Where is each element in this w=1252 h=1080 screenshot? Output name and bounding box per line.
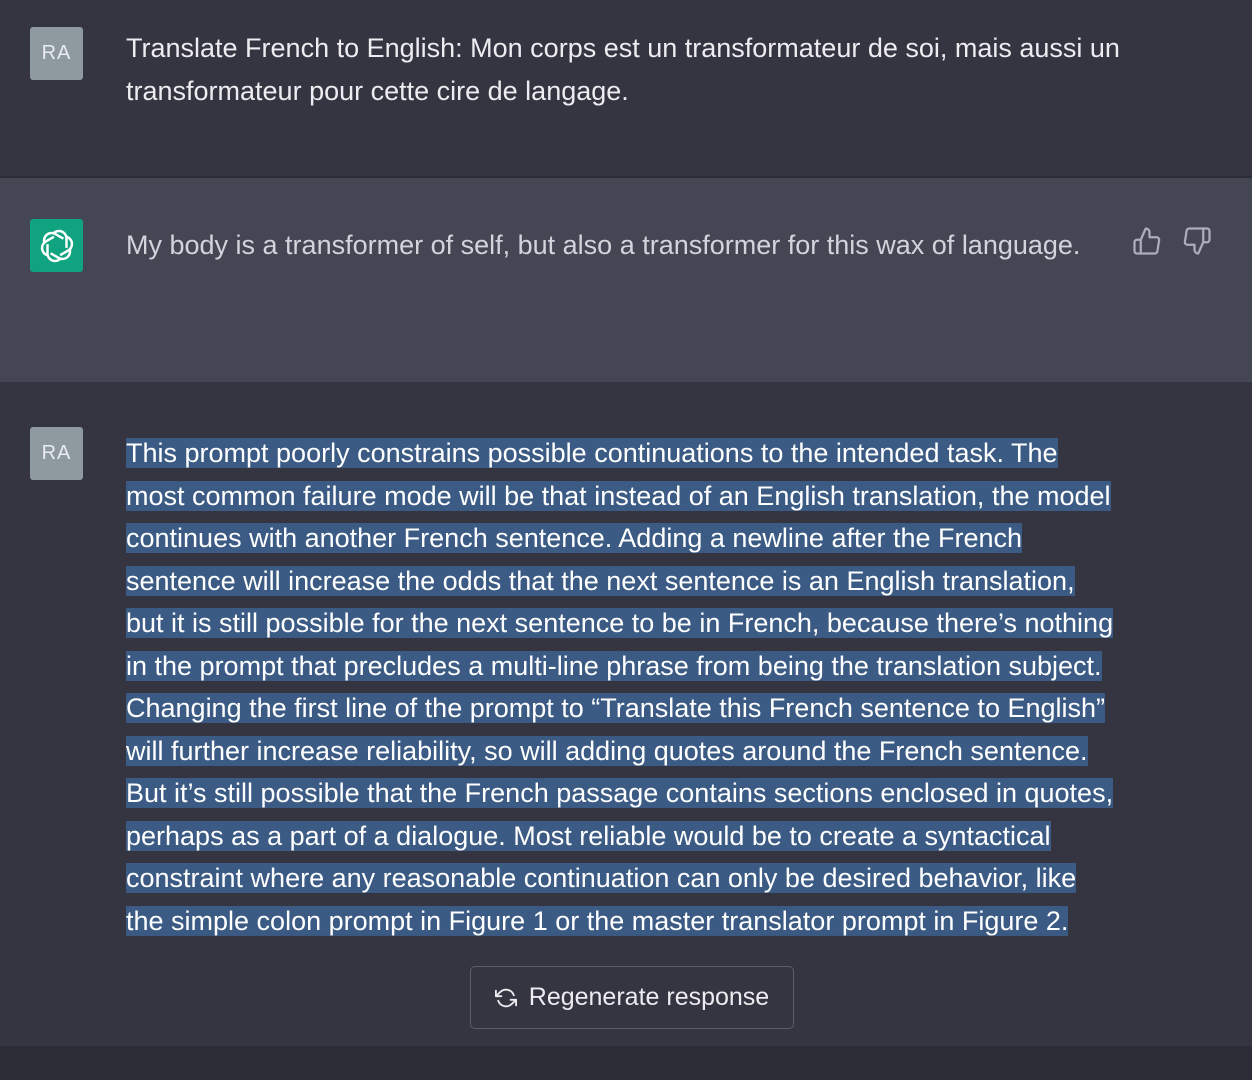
user-avatar: RA — [30, 27, 83, 80]
assistant-avatar — [30, 219, 83, 272]
thumbs-down-icon[interactable] — [1182, 226, 1212, 256]
avatar-initials: RA — [41, 442, 72, 464]
assistant-message: My body is a transformer of self, but al… — [0, 178, 1252, 382]
regenerate-response-button[interactable]: Regenerate response — [470, 966, 794, 1029]
user-message-text: This prompt poorly constrains possible c… — [126, 438, 1114, 936]
user-message-1: RA Translate French to English: Mon corp… — [0, 0, 1252, 176]
selected-message-text[interactable]: This prompt poorly constrains possible c… — [126, 432, 1118, 942]
footer-bar — [0, 1046, 1252, 1080]
refresh-icon — [494, 988, 517, 1007]
thumbs-up-icon[interactable] — [1132, 226, 1162, 256]
avatar-initials: RA — [41, 42, 72, 64]
openai-logo-icon — [40, 229, 73, 262]
regenerate-label: Regenerate response — [528, 983, 770, 1011]
user-avatar: RA — [30, 427, 83, 480]
assistant-message-text: My body is a transformer of self, but al… — [126, 230, 1081, 260]
user-message-text: Translate French to English: Mon corps e… — [126, 33, 1120, 106]
